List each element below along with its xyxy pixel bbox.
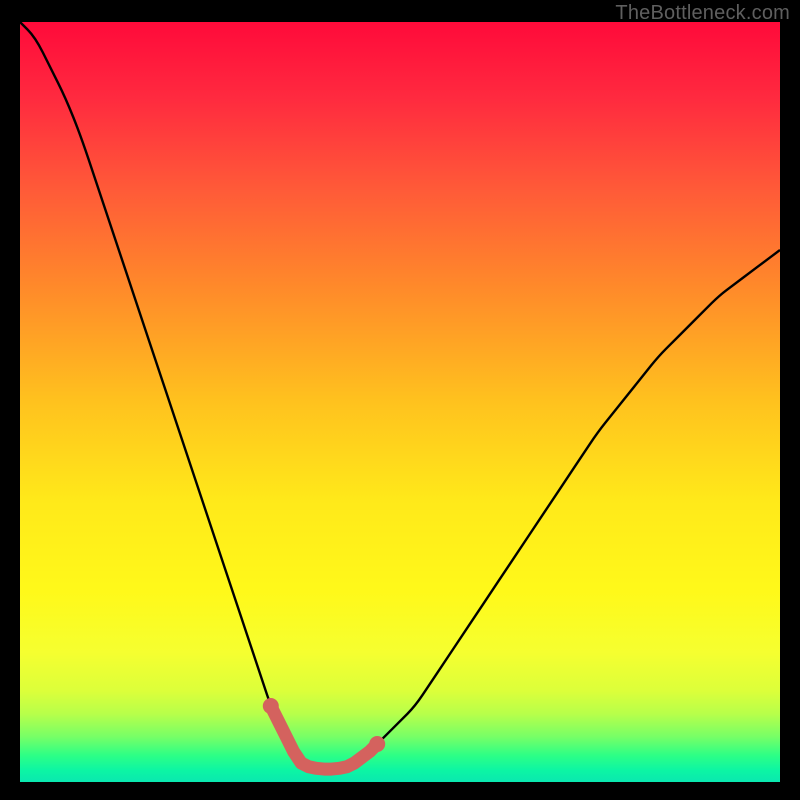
chart-svg	[20, 22, 780, 782]
chart-frame: TheBottleneck.com	[0, 0, 800, 800]
optimal-zone-left-dot	[263, 698, 279, 714]
optimal-zone-right-dot	[369, 736, 385, 752]
plot-area	[20, 22, 780, 782]
gradient-background	[20, 22, 780, 782]
